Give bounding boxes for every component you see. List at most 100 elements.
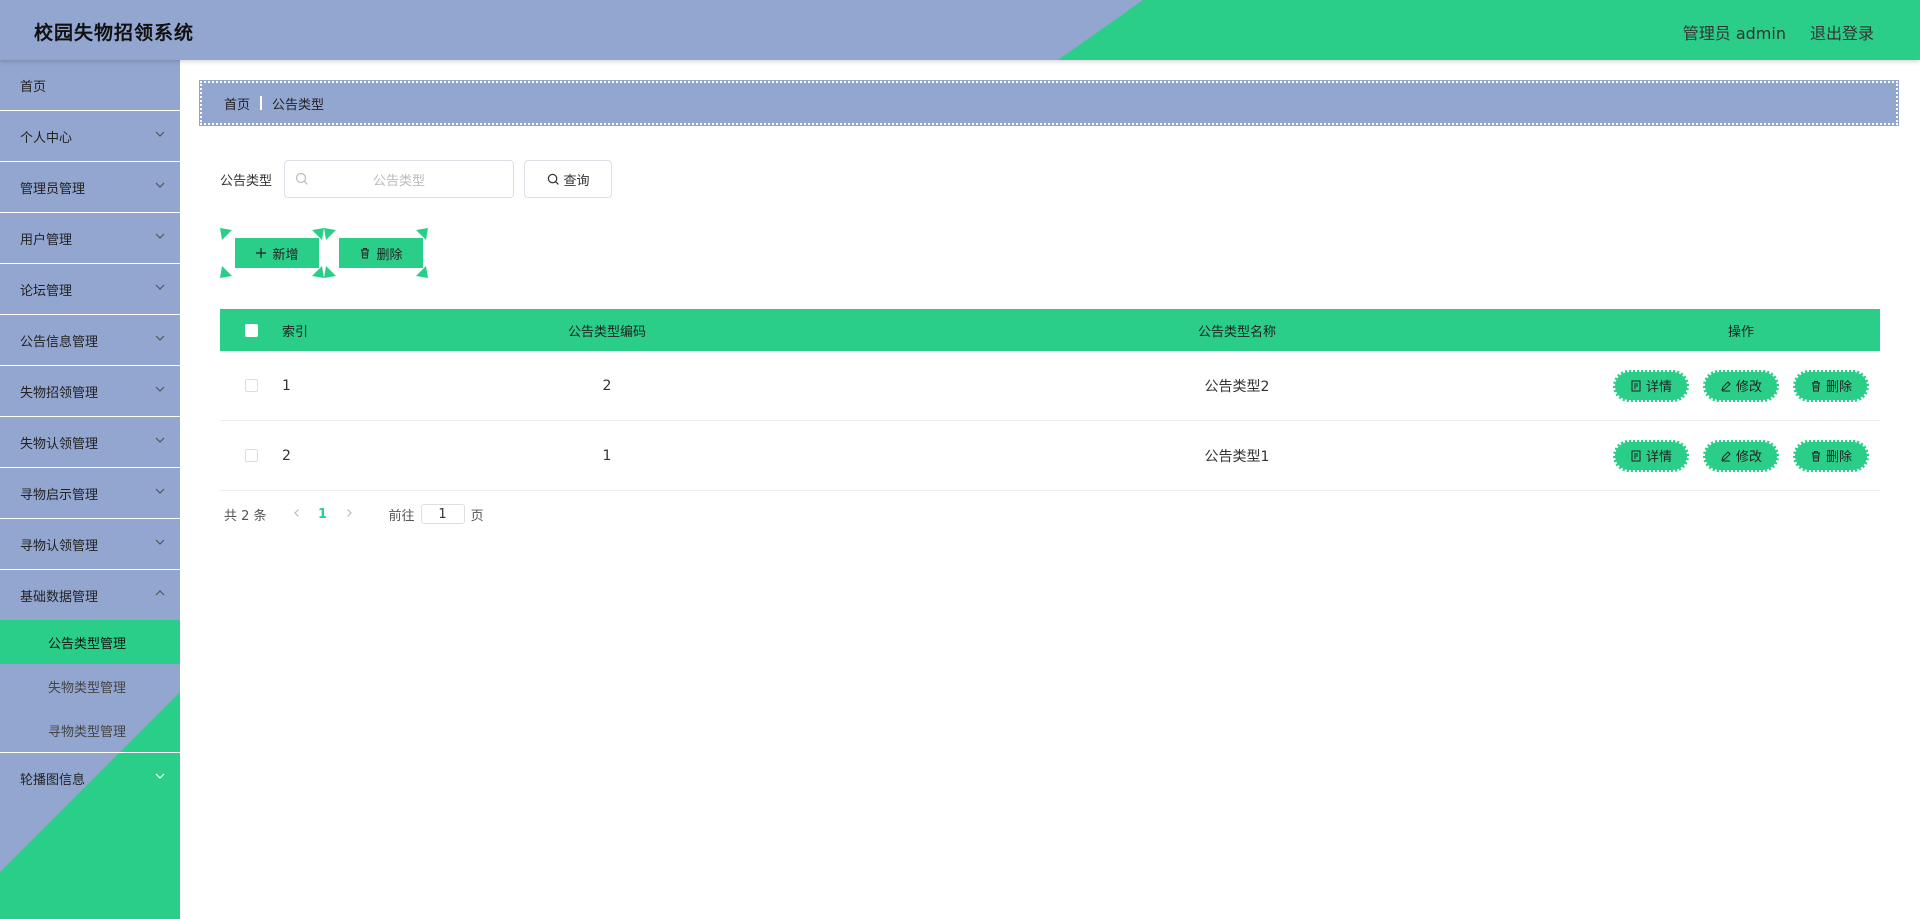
header-name: 公告类型名称: [1197, 324, 1276, 340]
chevron-down-icon: [155, 182, 165, 188]
sidebar-item-search-notice-management[interactable]: 寻物启示管理: [0, 468, 180, 519]
cell-code: 2: [602, 377, 612, 394]
page-number-current[interactable]: 1: [311, 507, 335, 522]
edit-button-content: 修改: [1720, 446, 1762, 465]
search-placeholder: 公告类型: [373, 173, 426, 189]
row-select-cell: [220, 449, 282, 462]
table-header: 索引 公告类型编码 公告类型名称 操作: [220, 309, 1880, 351]
sidebar-item-home[interactable]: 首页: [0, 60, 180, 111]
admin-user-label[interactable]: 管理员 admin: [1683, 20, 1786, 44]
header-index: 索引: [282, 324, 309, 340]
row-checkbox[interactable]: [244, 379, 258, 392]
chevron-up-icon: [155, 590, 165, 596]
sidebar-item-label: 用户管理: [20, 232, 73, 248]
sidebar-item-label: 公告信息管理: [20, 334, 99, 350]
query-button-label: 查询: [563, 173, 590, 189]
chevron-down-icon: [155, 437, 165, 443]
edit-button-label: 修改: [1735, 450, 1762, 465]
row-delete-button-label: 删除: [1825, 450, 1852, 465]
sidebar-item-label: 轮播图信息: [20, 772, 86, 788]
edit-button[interactable]: 修改: [1701, 438, 1781, 474]
breadcrumb-separator: [260, 96, 263, 110]
edit-button-label: 修改: [1735, 380, 1762, 395]
add-button-content: 新增: [245, 244, 299, 263]
trash-icon: [1811, 380, 1820, 391]
basic-data-submenu: 公告类型管理 失物类型管理 寻物类型管理: [0, 620, 180, 753]
search-icon: [295, 172, 308, 185]
sidebar-item-personal-center[interactable]: 个人中心: [0, 111, 180, 162]
cell-code: 1: [602, 447, 612, 464]
sidebar-item-label: 寻物启示管理: [20, 487, 99, 503]
query-button[interactable]: 查询: [524, 160, 613, 198]
sidebar-subitem-label: 寻物类型管理: [48, 724, 127, 740]
row-select-cell: [220, 379, 282, 392]
sidebar-item-label: 失物招领管理: [20, 385, 99, 401]
cell-ops: 详情 修改 删除: [1602, 368, 1880, 404]
top-header: 校园失物招领系统 管理员 admin 退出登录: [0, 0, 1920, 60]
search-label: 公告类型: [220, 173, 273, 189]
delete-button-label: 删除: [376, 247, 403, 263]
sidebar-item-search-claim-management[interactable]: 寻物认领管理: [0, 519, 180, 570]
table-row: 1 2 公告类型2 详情 修改 删除: [220, 351, 1880, 421]
row-delete-button[interactable]: 删除: [1791, 368, 1871, 404]
chevron-down-icon: [155, 773, 165, 779]
sidebar-item-label: 首页: [20, 79, 47, 95]
sidebar-item-lost-claim-management[interactable]: 失物认领管理: [0, 417, 180, 468]
sidebar-item-user-management[interactable]: 用户管理: [0, 213, 180, 264]
cell-name: 公告类型2: [1204, 378, 1270, 395]
add-button-label: 新增: [272, 247, 299, 263]
detail-button-label: 详情: [1645, 380, 1672, 395]
goto-page-input[interactable]: [420, 504, 465, 524]
cell-index: 2: [282, 447, 291, 464]
detail-button[interactable]: 详情: [1611, 368, 1691, 404]
trash-icon: [1811, 450, 1820, 461]
chevron-down-icon: [155, 539, 165, 545]
trash-icon: [361, 248, 370, 259]
batch-delete-button[interactable]: 删除: [324, 228, 428, 278]
breadcrumb-current: 公告类型: [272, 97, 325, 113]
pagination-total: 共 2 条: [224, 508, 267, 524]
sidebar: 首页 个人中心 管理员管理 用户管理 论坛管理 公告信息管理 失物招领管理 失物…: [0, 60, 180, 919]
sidebar-item-announcement-management[interactable]: 公告信息管理: [0, 315, 180, 366]
row-checkbox[interactable]: [244, 449, 258, 462]
search-input[interactable]: 公告类型: [284, 160, 515, 198]
prev-page-button[interactable]: [283, 507, 311, 522]
breadcrumb-home[interactable]: 首页: [224, 94, 250, 113]
detail-button[interactable]: 详情: [1611, 438, 1691, 474]
cell-name: 公告类型1: [1204, 448, 1270, 465]
sidebar-item-forum-management[interactable]: 论坛管理: [0, 264, 180, 315]
next-page-button[interactable]: [335, 507, 363, 522]
select-all-checkbox[interactable]: [244, 323, 258, 337]
chevron-down-icon: [155, 335, 165, 341]
sidebar-item-label: 个人中心: [20, 130, 73, 146]
sidebar-subitem-label: 公告类型管理: [48, 636, 127, 652]
app-title: 校园失物招领系统: [34, 22, 195, 44]
chevron-right-icon: [346, 508, 352, 517]
row-delete-button-label: 删除: [1825, 380, 1852, 395]
sidebar-subitem-announcement-type[interactable]: 公告类型管理: [0, 620, 180, 664]
table-row: 2 1 公告类型1 详情 修改 删除: [220, 421, 1880, 491]
detail-button-label: 详情: [1645, 450, 1672, 465]
add-button[interactable]: 新增: [220, 228, 324, 278]
edit-button[interactable]: 修改: [1701, 368, 1781, 404]
select-all-cell: [220, 323, 282, 337]
sidebar-subitem-lost-item-type[interactable]: 失物类型管理: [0, 664, 180, 708]
pencil-icon: [1721, 450, 1731, 461]
plus-icon: [256, 248, 267, 258]
header-code: 公告类型编码: [567, 324, 646, 340]
logout-link[interactable]: 退出登录: [1810, 20, 1874, 44]
data-table: 索引 公告类型编码 公告类型名称 操作 1 2 公告类型2 详情 修改 删除 2…: [220, 309, 1880, 491]
sidebar-subitem-search-item-type[interactable]: 寻物类型管理: [0, 708, 180, 752]
action-buttons: 新增 删除: [220, 228, 428, 278]
sidebar-item-lost-found-management[interactable]: 失物招领管理: [0, 366, 180, 417]
sidebar-item-admin-management[interactable]: 管理员管理: [0, 162, 180, 213]
detail-button-content: 详情: [1630, 376, 1672, 395]
sidebar-menu: 首页 个人中心 管理员管理 用户管理 论坛管理 公告信息管理 失物招领管理 失物…: [0, 60, 180, 803]
row-delete-button[interactable]: 删除: [1791, 438, 1871, 474]
goto-label: 前往: [388, 508, 415, 524]
sidebar-item-label: 失物认领管理: [20, 436, 99, 452]
sidebar-item-basic-data-management[interactable]: 基础数据管理: [0, 570, 180, 620]
sidebar-item-carousel-info[interactable]: 轮播图信息: [0, 753, 180, 803]
document-icon: [1631, 380, 1641, 391]
sidebar-item-label: 寻物认领管理: [20, 538, 99, 554]
